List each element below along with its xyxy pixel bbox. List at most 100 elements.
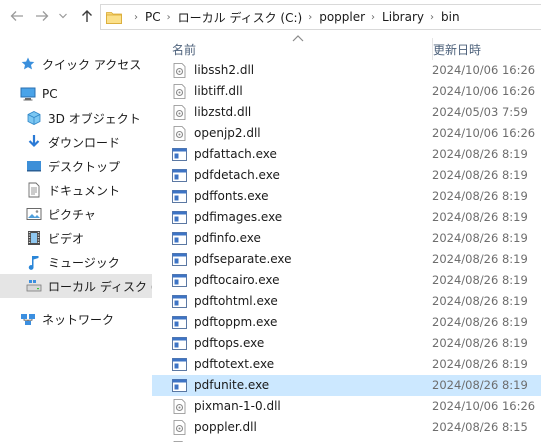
file-row[interactable]: pdfunite.exe 2024/08/26 8:19 xyxy=(152,375,541,396)
file-row[interactable]: pdftops.exe 2024/08/26 8:19 xyxy=(152,333,541,354)
file-row[interactable]: libtiff.dll 2024/10/06 16:26 xyxy=(152,81,541,102)
up-button[interactable] xyxy=(76,5,98,27)
pc-icon xyxy=(20,86,36,102)
application-icon xyxy=(172,273,187,288)
nav-item[interactable]: ピクチャ xyxy=(0,202,152,226)
file-modified-date: 2024/10/06 16:26 xyxy=(432,84,536,98)
file-row[interactable]: pdfseparate.exe 2024/08/26 8:19 xyxy=(152,249,541,270)
file-row[interactable]: libzstd.dll 2024/05/03 7:59 xyxy=(152,102,541,123)
file-row[interactable]: pixman-1-0.dll 2024/10/06 16:26 xyxy=(152,396,541,417)
folder-icon xyxy=(106,11,122,24)
file-name: pdftops.exe xyxy=(194,336,265,350)
file-modified-date: 2024/08/26 8:19 xyxy=(432,336,528,350)
nav-item[interactable]: ドキュメント xyxy=(0,178,152,202)
breadcrumb-separator-icon[interactable]: › xyxy=(308,12,312,23)
dll-file-icon xyxy=(172,420,187,435)
nav-item-label: デスクトップ xyxy=(48,159,121,174)
file-row[interactable]: pdftocairo.exe 2024/08/26 8:19 xyxy=(152,270,541,291)
breadcrumb-item[interactable]: bin xyxy=(441,10,460,24)
nav-item[interactable]: PC xyxy=(0,82,152,106)
application-icon xyxy=(172,357,187,372)
address-toolbar: › PC › ローカル ディスク (C:) › poppler › Library › bin xyxy=(0,0,541,34)
nav-item[interactable]: デスクトップ xyxy=(0,154,152,178)
file-name: libtiff.dll xyxy=(194,84,243,98)
application-icon xyxy=(172,168,187,183)
file-name: libzstd.dll xyxy=(194,105,252,119)
pictures-icon xyxy=(26,206,42,222)
dll-file-icon xyxy=(172,126,187,141)
file-name: pdfdetach.exe xyxy=(194,168,280,182)
network-icon xyxy=(20,311,36,327)
file-modified-date: 2024/10/06 16:26 xyxy=(432,63,536,77)
file-name: pdfimages.exe xyxy=(194,210,283,224)
file-modified-date: 2024/08/26 8:19 xyxy=(432,189,528,203)
nav-item[interactable]: ミュージック xyxy=(0,250,152,274)
breadcrumb-item[interactable]: Library xyxy=(382,10,424,24)
file-modified-date: 2024/08/26 8:19 xyxy=(432,273,528,287)
file-modified-date: 2024/08/26 8:19 xyxy=(432,231,528,245)
chevron-down-icon xyxy=(59,13,67,19)
videos-icon xyxy=(26,230,42,246)
navigation-pane: クイック アクセス PC 3D オブジェクトダウンロード デスクトップドキュメントピク… xyxy=(0,34,173,442)
back-button[interactable] xyxy=(6,5,28,27)
breadcrumb-item[interactable]: ローカル ディスク (C:) xyxy=(178,9,303,26)
dll-file-icon xyxy=(172,105,187,120)
application-icon xyxy=(172,336,187,351)
breadcrumb-item[interactable]: poppler xyxy=(319,10,365,24)
file-row[interactable]: pdftotext.exe 2024/08/26 8:19 xyxy=(152,354,541,375)
recent-locations-button[interactable] xyxy=(56,5,70,27)
file-row[interactable]: pdftohtml.exe 2024/08/26 8:19 xyxy=(152,291,541,312)
file-row[interactable]: libssh2.dll 2024/10/06 16:26 xyxy=(152,60,541,81)
nav-item[interactable]: クイック アクセス xyxy=(0,52,152,76)
nav-item[interactable]: ローカル ディスク (C:) xyxy=(0,274,173,298)
file-row[interactable]: pdftoppm.exe 2024/08/26 8:19 xyxy=(152,312,541,333)
nav-item[interactable]: ネットワーク xyxy=(0,307,152,331)
nav-item-label: ネットワーク xyxy=(42,312,115,327)
dll-file-icon xyxy=(172,399,187,414)
column-header-name[interactable]: 名前 xyxy=(172,38,422,60)
nav-item[interactable]: ビデオ xyxy=(0,226,152,250)
file-row[interactable]: openjp2.dll 2024/10/06 16:26 xyxy=(152,123,541,144)
file-modified-date: 2024/10/06 16:26 xyxy=(432,399,536,413)
breadcrumb-separator-icon[interactable]: › xyxy=(134,12,138,23)
file-modified-date: 2024/08/26 8:15 xyxy=(432,420,528,434)
arrow-up-icon xyxy=(82,10,92,22)
breadcrumb-separator-icon[interactable]: › xyxy=(167,12,171,23)
file-row[interactable]: pdfdetach.exe 2024/08/26 8:19 xyxy=(152,165,541,186)
application-icon xyxy=(172,378,187,393)
file-name: pdfseparate.exe xyxy=(194,252,292,266)
file-modified-date: 2024/08/26 8:19 xyxy=(432,357,528,371)
file-modified-date: 2024/08/26 8:19 xyxy=(432,168,528,182)
local-disk-icon xyxy=(26,278,42,294)
desktop-icon xyxy=(26,158,42,174)
file-row[interactable] xyxy=(152,438,541,442)
file-modified-date: 2024/08/26 8:19 xyxy=(432,378,528,392)
file-row[interactable]: pdfinfo.exe 2024/08/26 8:19 xyxy=(152,228,541,249)
nav-item[interactable]: 3D オブジェクト xyxy=(0,106,152,130)
file-name: poppler.dll xyxy=(194,420,257,434)
breadcrumb-item[interactable]: PC xyxy=(145,10,161,24)
forward-button[interactable] xyxy=(31,5,53,27)
file-name: pdftoppm.exe xyxy=(194,315,278,329)
column-header-date[interactable]: 更新日時 xyxy=(432,38,541,60)
breadcrumb-separator-icon[interactable]: › xyxy=(371,12,375,23)
application-icon xyxy=(172,315,187,330)
file-rows: libssh2.dll 2024/10/06 16:26 libtiff.dll 20… xyxy=(152,60,541,442)
file-row[interactable]: pdfimages.exe 2024/08/26 8:19 xyxy=(152,207,541,228)
application-icon xyxy=(172,210,187,225)
file-row[interactable]: pdffonts.exe 2024/08/26 8:19 xyxy=(152,186,541,207)
file-name: pdfinfo.exe xyxy=(194,231,261,245)
nav-item-label: ミュージック xyxy=(48,255,120,270)
nav-item[interactable]: ダウンロード xyxy=(0,130,152,154)
file-modified-date: 2024/08/26 8:19 xyxy=(432,147,528,161)
application-icon xyxy=(172,231,187,246)
file-name: openjp2.dll xyxy=(194,126,261,140)
3d-objects-icon xyxy=(26,110,42,126)
breadcrumb-separator-icon[interactable]: › xyxy=(430,12,434,23)
file-row[interactable]: pdfattach.exe 2024/08/26 8:19 xyxy=(152,144,541,165)
nav-item-label: ピクチャ xyxy=(48,207,96,222)
file-name: pixman-1-0.dll xyxy=(194,399,281,413)
file-row[interactable]: poppler.dll 2024/08/26 8:15 xyxy=(152,417,541,438)
address-bar[interactable]: › PC › ローカル ディスク (C:) › poppler › Library › bin xyxy=(100,4,541,30)
nav-item-label: ダウンロード xyxy=(48,135,121,150)
